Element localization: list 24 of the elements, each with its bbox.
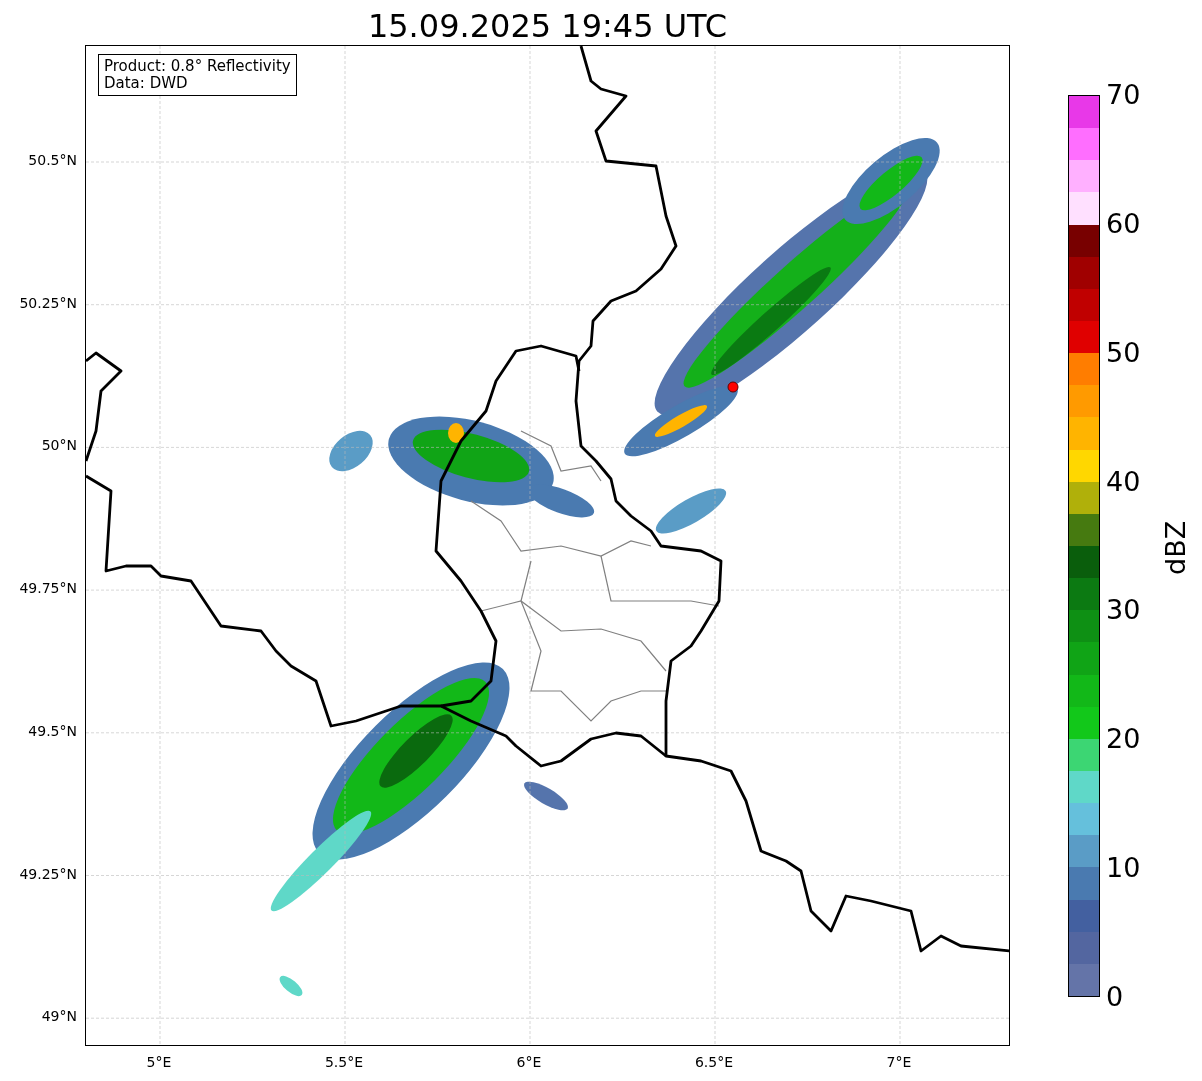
latitude-label: 49.75°N: [19, 580, 77, 597]
latitude-label: 49.25°N: [19, 865, 77, 882]
info-text: Data: DWD: [104, 75, 189, 92]
colorbar-label: 10: [1106, 852, 1141, 885]
latitude-label: 50.5°N: [28, 152, 77, 168]
colorbar-label: 50: [1106, 336, 1141, 369]
latitude-label: 49°N: [41, 1008, 77, 1025]
longitude-label: 7°E: [886, 1054, 912, 1070]
colorbar-label: 40: [1106, 465, 1141, 498]
colorbar-label: 0: [1106, 981, 1124, 1013]
info-text: Product: 0.8° Reflectivity: [104, 58, 291, 75]
plot-title: 15.09.2025 19:45 UTC: [366, 6, 729, 45]
colorbar-label: 30: [1106, 594, 1141, 627]
longitude-label: 5.5°E: [324, 1054, 364, 1070]
longitude-label: 6°E: [516, 1054, 542, 1070]
latitude-label: 49.5°N: [28, 722, 77, 739]
latitude-label: 50°N: [41, 437, 77, 454]
colorbar-label: 70: [1106, 79, 1141, 111]
colorbar-title: dBZ: [1160, 520, 1191, 575]
longitude-label: 6.5°E: [694, 1054, 734, 1070]
longitude-label: 5°E: [146, 1054, 172, 1070]
latitude-label: 50.25°N: [19, 294, 77, 311]
colorbar-label: 60: [1106, 207, 1141, 240]
colorbar-label: 20: [1106, 723, 1141, 756]
